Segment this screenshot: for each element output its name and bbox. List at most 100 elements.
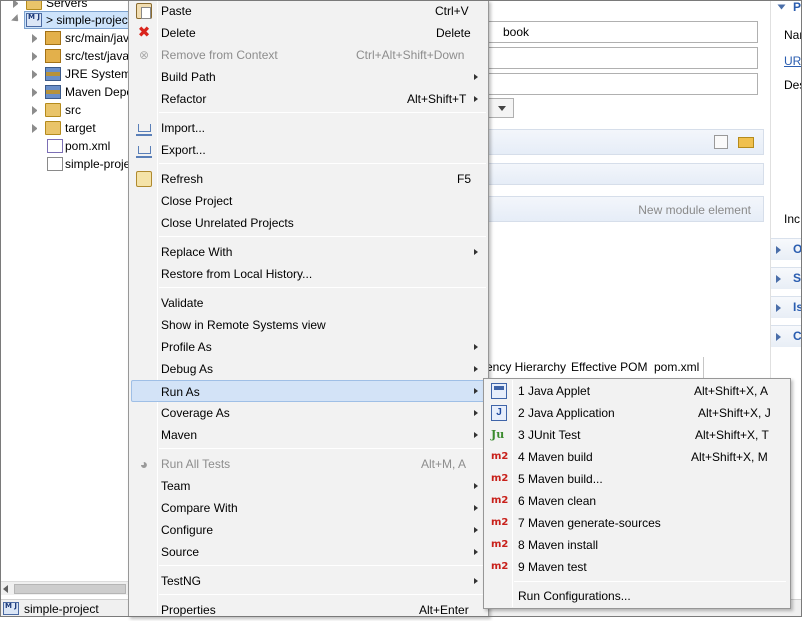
- run-as-java-application[interactable]: J 2 Java Application Alt+Shift+X, J: [486, 402, 788, 424]
- modules-list: New module element: [488, 196, 764, 222]
- run-as-maven-clean[interactable]: m2 6 Maven clean: [486, 490, 788, 512]
- submenu-arrow-icon: [474, 549, 478, 555]
- expand-arrow-icon[interactable]: [32, 52, 41, 61]
- menu-item-refresh[interactable]: Refresh F5: [131, 168, 486, 190]
- menu-item-team[interactable]: Team: [131, 475, 486, 497]
- menu-item-properties[interactable]: Properties Alt+Enter: [131, 599, 486, 621]
- menu-separator: [159, 565, 486, 566]
- submenu-arrow-icon: [474, 388, 478, 394]
- expand-arrow-icon: [776, 246, 781, 254]
- menu-item-build-path[interactable]: Build Path: [131, 66, 486, 88]
- expand-arrow-icon[interactable]: [32, 70, 41, 79]
- menu-item-close-unrelated[interactable]: Close Unrelated Projects: [131, 212, 486, 234]
- menu-item-refactor[interactable]: Refactor Alt+Shift+T: [131, 88, 486, 110]
- tab-dependency-hierarchy[interactable]: ency Hierarchy: [482, 357, 572, 379]
- menu-item-profile-as[interactable]: Profile As: [131, 336, 486, 358]
- menu-item-replace-with[interactable]: Replace With: [131, 241, 486, 263]
- maven-project-icon: M J: [3, 602, 19, 615]
- menu-item-export[interactable]: Export...: [131, 139, 486, 161]
- java-application-icon: J: [491, 405, 507, 421]
- artifact-field[interactable]: book: [488, 21, 758, 43]
- maven-m2-icon: m2: [491, 451, 509, 462]
- export-icon: [136, 142, 152, 158]
- run-as-maven-test[interactable]: m2 9 Maven test: [486, 556, 788, 578]
- xml-file-icon: [47, 139, 63, 153]
- expand-arrow-icon[interactable]: [13, 0, 22, 8]
- menu-separator: [159, 112, 486, 113]
- open-folder-icon[interactable]: [738, 137, 754, 148]
- menu-item-run-as[interactable]: Run As: [131, 380, 488, 402]
- tab-effective-pom[interactable]: Effective POM: [567, 357, 653, 379]
- submenu-arrow-icon: [474, 249, 478, 255]
- version-field[interactable]: [488, 47, 758, 69]
- expand-arrow-icon[interactable]: [32, 124, 41, 133]
- submenu-arrow-icon: [474, 410, 478, 416]
- section-is[interactable]: Is: [771, 296, 802, 318]
- maven-m2-icon: m2: [491, 517, 509, 528]
- menu-item-debug-as[interactable]: Debug As: [131, 358, 486, 380]
- menu-item-remove-from-context[interactable]: ⊗ Remove from Context Ctrl+Alt+Shift+Dow…: [131, 44, 486, 66]
- editor-tabs: ency Hierarchy Effective POM pom.xml: [482, 357, 790, 379]
- add-module-icon[interactable]: [714, 135, 728, 149]
- expand-arrow-icon[interactable]: [32, 88, 41, 97]
- expand-arrow-icon: [776, 304, 781, 312]
- url-link[interactable]: URI: [784, 54, 802, 68]
- section-o[interactable]: O: [771, 238, 802, 260]
- menu-item-run-all-tests[interactable]: ◕ Run All Tests Alt+M, A: [131, 453, 486, 475]
- run-as-junit-test[interactable]: Ju 3 JUnit Test Alt+Shift+X, T: [486, 424, 788, 446]
- menu-item-configure[interactable]: Configure: [131, 519, 486, 541]
- remove-context-icon: ⊗: [138, 48, 150, 62]
- expand-arrow-icon[interactable]: [32, 106, 41, 115]
- folder-icon: [45, 121, 61, 135]
- section-s[interactable]: S: [771, 267, 802, 289]
- scroll-left-arrow-icon[interactable]: [3, 585, 8, 593]
- menu-item-paste[interactable]: Paste Ctrl+V: [131, 0, 486, 22]
- tab-pom-xml[interactable]: pom.xml: [650, 357, 705, 379]
- source-folder-icon: [45, 31, 61, 45]
- menu-item-close-project[interactable]: Close Project: [131, 190, 486, 212]
- menu-item-source[interactable]: Source: [131, 541, 486, 563]
- menu-item-show-remote-systems[interactable]: Show in Remote Systems view: [131, 314, 486, 336]
- menu-item-testng[interactable]: TestNG: [131, 570, 486, 592]
- menu-item-restore-history[interactable]: Restore from Local History...: [131, 263, 486, 285]
- run-all-tests-icon: ◕: [139, 456, 149, 472]
- menu-item-coverage-as[interactable]: Coverage As: [131, 402, 486, 424]
- menu-item-maven[interactable]: Maven: [131, 424, 486, 446]
- submenu-arrow-icon: [474, 96, 478, 102]
- submenu-arrow-icon: [474, 483, 478, 489]
- menu-separator: [159, 287, 486, 288]
- menu-item-validate[interactable]: Validate: [131, 292, 486, 314]
- delete-icon: ✖: [137, 24, 151, 41]
- run-as-maven-build-dialog[interactable]: m2 5 Maven build...: [486, 468, 788, 490]
- submenu-arrow-icon: [474, 344, 478, 350]
- library-icon: [45, 85, 61, 99]
- name-field[interactable]: [488, 73, 758, 95]
- import-icon: [136, 120, 152, 136]
- run-as-maven-build[interactable]: m2 4 Maven build Alt+Shift+X, M: [486, 446, 788, 468]
- submenu-arrow-icon: [474, 74, 478, 80]
- menu-item-import[interactable]: Import...: [131, 117, 486, 139]
- run-as-java-applet[interactable]: 1 Java Applet Alt+Shift+X, A: [486, 380, 788, 402]
- section-header-bar: [488, 129, 764, 155]
- packaging-dropdown[interactable]: [488, 98, 514, 118]
- menu-separator: [159, 236, 486, 237]
- menu-item-compare-with[interactable]: Compare With: [131, 497, 486, 519]
- menu-separator: [159, 594, 486, 595]
- folder-icon: [45, 103, 61, 117]
- horizontal-scrollbar[interactable]: [0, 581, 130, 595]
- run-as-maven-install[interactable]: m2 8 Maven install: [486, 534, 788, 556]
- run-configurations[interactable]: Run Configurations...: [486, 585, 788, 607]
- library-icon: [45, 67, 61, 81]
- maven-m2-icon: m2: [491, 473, 509, 484]
- scrollbar-thumb[interactable]: [14, 584, 126, 594]
- maven-m2-icon: m2: [491, 495, 509, 506]
- run-as-maven-generate-sources[interactable]: m2 7 Maven generate-sources: [486, 512, 788, 534]
- menu-item-delete[interactable]: ✖ Delete Delete: [131, 22, 486, 44]
- expand-arrow-icon[interactable]: [32, 34, 41, 43]
- menu-separator: [159, 163, 486, 164]
- submenu-arrow-icon: [474, 578, 478, 584]
- refresh-icon: [136, 171, 152, 187]
- submenu-arrow-icon: [474, 505, 478, 511]
- section-c[interactable]: C: [771, 325, 802, 347]
- collapse-arrow-icon[interactable]: [11, 14, 24, 27]
